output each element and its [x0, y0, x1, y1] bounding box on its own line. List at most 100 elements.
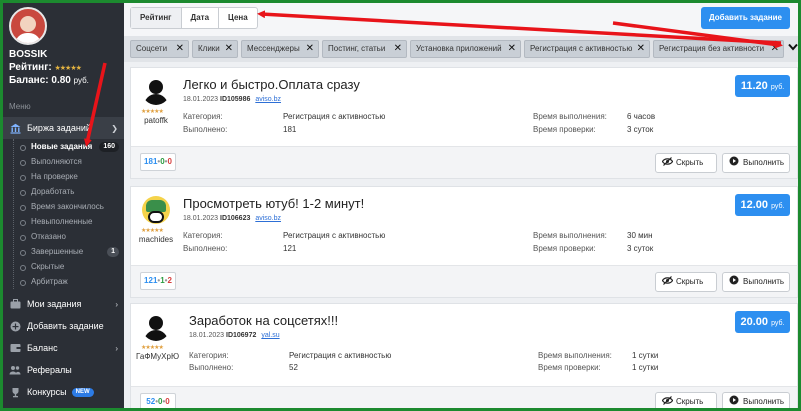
task-category: Регистрация с активностью [289, 351, 392, 360]
sidebar-item-arbitration[interactable]: Арбитраж [17, 274, 124, 289]
play-circle-icon [729, 393, 739, 408]
sidebar-item-exchange[interactable]: Биржа заданий ❯ [3, 117, 124, 139]
sidebar-item-completed[interactable]: Завершенные 1 [17, 244, 124, 259]
user-name[interactable]: BOSSIK [9, 49, 118, 60]
hide-task-button[interactable]: Скрыть [655, 153, 717, 173]
sort-price-button[interactable]: Цена [219, 8, 257, 28]
close-icon[interactable]: ✕ [508, 41, 516, 57]
task-footer: 121•1•2 Скрыть Выполнить [131, 265, 797, 297]
sort-date-button[interactable]: Дата [182, 8, 220, 28]
task-check-time: 3 суток [627, 244, 654, 253]
sidebar-item-not-done[interactable]: Невыполненные [17, 214, 124, 229]
hide-task-button[interactable]: Скрыть [655, 392, 717, 408]
eye-slash-icon [661, 273, 674, 291]
task-title[interactable]: Заработок на соцсетях!!! [189, 313, 338, 328]
sidebar-item-contests[interactable]: Конкурсы NEW [3, 381, 124, 403]
sidebar-item-in-progress[interactable]: Выполняются [17, 154, 124, 169]
task-source-link[interactable]: aviso.bz [255, 96, 281, 103]
close-icon[interactable]: ✕ [394, 41, 402, 57]
task-exec-time: 6 часов [627, 112, 656, 121]
chevron-down-icon[interactable] [788, 42, 798, 54]
task-card: ★★★★★ patoffk Легко и быстро.Оплата сраз… [130, 67, 798, 179]
sidebar-item-on-review[interactable]: На проверке [17, 169, 124, 184]
task-check-time: 1 сутки [632, 363, 659, 372]
task-done-count: 52 [289, 363, 298, 372]
author-login[interactable]: patoffk [136, 116, 176, 125]
new-badge: NEW [71, 387, 94, 397]
task-source-link[interactable]: yal.su [261, 332, 279, 339]
task-title[interactable]: Легко и быстро.Оплата сразу [183, 77, 360, 92]
user-rating: Рейтинг: ★★★★★ [9, 62, 118, 73]
task-stats: 181•0•0 [140, 153, 176, 171]
task-price-badge: 12.00 руб. [735, 194, 790, 216]
main-content: Рейтинг Дата Цена Добавить задание Соцсе… [124, 3, 798, 408]
balance-value: 0.80 [51, 75, 71, 86]
author-rating-stars-icon: ★★★★★ [141, 109, 164, 115]
sidebar-item-exchange-label: Биржа заданий [27, 123, 91, 133]
task-title[interactable]: Просмотреть ютуб! 1-2 минут! [183, 196, 364, 211]
author-login[interactable]: machides [136, 235, 176, 244]
bank-icon [9, 122, 21, 134]
chevron-right-icon: › [115, 299, 118, 309]
task-footer: 181•0•0 Скрыть Выполнить [131, 146, 797, 178]
task-card: ★★★★★ ГаФМуХрЮ Заработок на соцсетях!!! … [130, 303, 798, 408]
execute-task-button[interactable]: Выполнить [722, 272, 790, 292]
briefcase-icon [9, 298, 21, 310]
close-icon[interactable]: ✕ [176, 41, 184, 57]
filter-chip[interactable]: Мессенджеры ✕ [241, 40, 319, 58]
close-icon[interactable]: ✕ [306, 41, 314, 57]
filter-chip[interactable]: Регистрация без активности ✕ [653, 40, 784, 58]
task-card: ★★★★★ machides Просмотреть ютуб! 1-2 мин… [130, 186, 798, 298]
task-category: Регистрация с активностью [283, 112, 386, 121]
balance-currency: руб. [73, 76, 89, 85]
close-icon[interactable]: ✕ [225, 41, 233, 57]
sidebar-item-time-expired[interactable]: Время закончилось [17, 199, 124, 214]
exchange-submenu: Новые задания 160 Выполняются На проверк… [3, 139, 124, 289]
sidebar-item-rejected[interactable]: Отказано [17, 229, 124, 244]
close-icon[interactable]: ✕ [637, 41, 645, 57]
task-meta: 18.01.2023 ID105986 aviso.bz [183, 96, 281, 103]
menu-caption: Меню [9, 102, 31, 111]
sidebar-item-referrals[interactable]: Рефералы [3, 359, 124, 381]
filter-chip[interactable]: Установка приложений ✕ [410, 40, 521, 58]
avatar[interactable] [142, 196, 170, 224]
task-exec-time: 1 сутки [632, 351, 659, 360]
chevron-down-icon: ❯ [111, 123, 118, 133]
task-source-link[interactable]: aviso.bz [255, 215, 281, 222]
toolbar: Рейтинг Дата Цена Добавить задание [124, 3, 798, 36]
category-filters: Соцсети ✕ Клики ✕ Мессенджеры ✕ Постинг, ст… [124, 36, 798, 62]
filter-chip[interactable]: Регистрация с активностью ✕ [524, 40, 650, 58]
sidebar-item-hidden[interactable]: Скрытые [17, 259, 124, 274]
task-footer: 52•0•0 Скрыть Выполнить [131, 386, 797, 408]
task-done-count: 181 [283, 125, 297, 134]
task-price-badge: 11.20 руб. [735, 75, 790, 97]
author-login[interactable]: ГаФМуХрЮ [136, 352, 179, 361]
task-category: Регистрация с активностью [283, 231, 386, 240]
sidebar-item-rework[interactable]: Доработать [17, 184, 124, 199]
task-done-count: 121 [283, 244, 297, 253]
add-task-button[interactable]: Добавить задание [701, 7, 790, 29]
filter-chip[interactable]: Соцсети ✕ [130, 40, 189, 58]
filter-chip[interactable]: Постинг, статьи ✕ [322, 40, 407, 58]
sort-rating-button[interactable]: Рейтинг [131, 8, 182, 28]
eye-slash-icon [661, 154, 674, 172]
filter-chip[interactable]: Клики ✕ [192, 40, 238, 58]
wallet-icon [9, 342, 21, 354]
rating-stars-icon: ★★★★★ [54, 65, 82, 72]
user-avatar[interactable] [9, 7, 47, 45]
sidebar-item-balance[interactable]: Баланс › [3, 337, 124, 359]
execute-task-button[interactable]: Выполнить [722, 392, 790, 408]
sidebar-item-new-tasks[interactable]: Новые задания 160 [17, 139, 124, 154]
avatar[interactable] [142, 313, 170, 341]
sidebar: BOSSIK Рейтинг: ★★★★★ Баланс: 0.80 руб. … [3, 3, 124, 408]
author-rating-stars-icon: ★★★★★ [141, 228, 164, 234]
sidebar-item-my-tasks[interactable]: Мои задания › [3, 293, 124, 315]
hide-task-button[interactable]: Скрыть [655, 272, 717, 292]
task-stats: 52•0•0 [140, 393, 176, 408]
task-exec-time: 30 мин [627, 231, 653, 240]
avatar[interactable] [142, 77, 170, 105]
sidebar-item-add-task[interactable]: Добавить задание [3, 315, 124, 337]
execute-task-button[interactable]: Выполнить [722, 153, 790, 173]
plus-circle-icon [9, 320, 21, 332]
close-icon[interactable]: ✕ [771, 41, 779, 57]
